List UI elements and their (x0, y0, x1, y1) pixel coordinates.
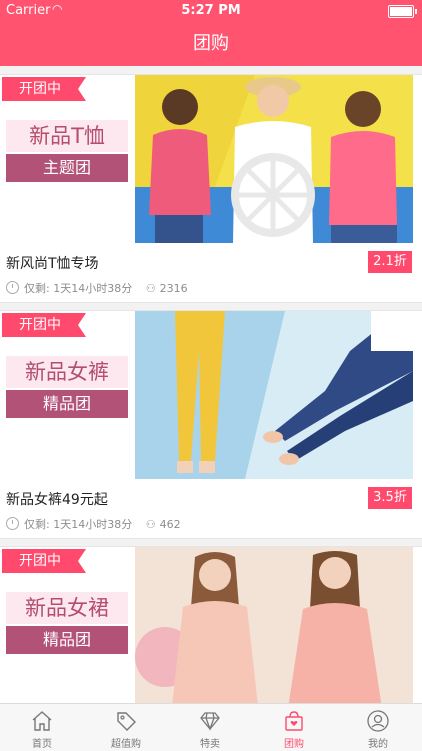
tab-label: 超值购 (111, 739, 141, 750)
discount-badge: 3.5折 (368, 487, 412, 509)
promo-subtitle: 精品团 (6, 390, 128, 418)
deal-name: 新风尚T恤专场 (6, 256, 99, 272)
deal-name: 新品女裤49元起 (6, 492, 108, 508)
remaining-label: 仅剩: (24, 518, 50, 531)
status-badge: 开团中 (2, 77, 86, 101)
status-bar: Carrier ◠ 5:27 PM (0, 0, 422, 22)
tab-flash-sale[interactable]: 特卖 (168, 704, 252, 751)
deal-meta: 仅剩: 1天14小时38分 ⚇ 462 (6, 517, 181, 533)
promo-title: 新品女裙 (6, 592, 128, 624)
person-icon: ⚇ (145, 282, 156, 295)
discount-badge: 2.1折 (368, 251, 412, 273)
user-icon (367, 710, 389, 732)
clock-icon (6, 281, 19, 294)
promo-subtitle: 精品团 (6, 626, 128, 654)
buyer-count: 2316 (159, 282, 188, 295)
nav-bar: 团购 (0, 22, 422, 66)
deal-image[interactable] (135, 311, 413, 479)
deal-meta: 仅剩: 1天14小时38分 ⚇ 2316 (6, 281, 188, 297)
tab-label: 首页 (32, 739, 52, 750)
deal-card[interactable]: 开团中 新品女裤 精品团 新品女裤49元起 3.5折 仅剩: 1天14小时38分… (0, 310, 422, 539)
tag-icon (117, 712, 136, 731)
deal-image[interactable] (135, 75, 413, 243)
page-title: 团购 (193, 33, 229, 54)
status-time: 5:27 PM (181, 3, 241, 18)
remaining-time: 1天14小时38分 (53, 282, 133, 295)
home-icon (32, 711, 52, 731)
deal-card[interactable]: 开团中 新品T恤 主题团 新风尚T恤专场 2.1折 仅剩: 1天14小时38分 … (0, 74, 422, 303)
status-badge: 开团中 (2, 549, 86, 573)
promo-subtitle: 主题团 (6, 154, 128, 182)
promo-title: 新品T恤 (6, 120, 128, 152)
tab-label: 我的 (368, 739, 388, 750)
diamond-icon (200, 712, 220, 731)
tab-group-buy[interactable]: 团购 (252, 704, 336, 751)
deal-image[interactable] (135, 547, 413, 703)
tab-home[interactable]: 首页 (0, 704, 84, 751)
person-icon: ⚇ (145, 518, 156, 531)
shopping-bag-icon (285, 711, 303, 731)
buyer-count: 462 (159, 518, 181, 531)
tab-label: 团购 (284, 739, 304, 750)
clock-icon (6, 517, 19, 530)
tab-value-buy[interactable]: 超值购 (84, 704, 168, 751)
remaining-time: 1天14小时38分 (53, 518, 133, 531)
deal-card[interactable]: 开团中 新品女裙 精品团 (0, 546, 422, 703)
promo-banner: 开团中 新品女裙 精品团 (0, 547, 135, 703)
promo-title: 新品女裤 (6, 356, 128, 388)
battery-icon (388, 5, 417, 18)
promo-banner: 开团中 新品女裤 精品团 (0, 311, 135, 479)
tab-label: 特卖 (200, 739, 220, 750)
tab-bar: 首页 超值购 特卖 团购 我的 (0, 703, 422, 751)
status-badge: 开团中 (2, 313, 86, 337)
promo-banner: 开团中 新品T恤 主题团 (0, 75, 135, 243)
group-buy-list[interactable]: 开团中 新品T恤 主题团 新风尚T恤专场 2.1折 仅剩: 1天14小时38分 … (0, 66, 422, 703)
tab-mine[interactable]: 我的 (336, 704, 420, 751)
remaining-label: 仅剩: (24, 282, 50, 295)
